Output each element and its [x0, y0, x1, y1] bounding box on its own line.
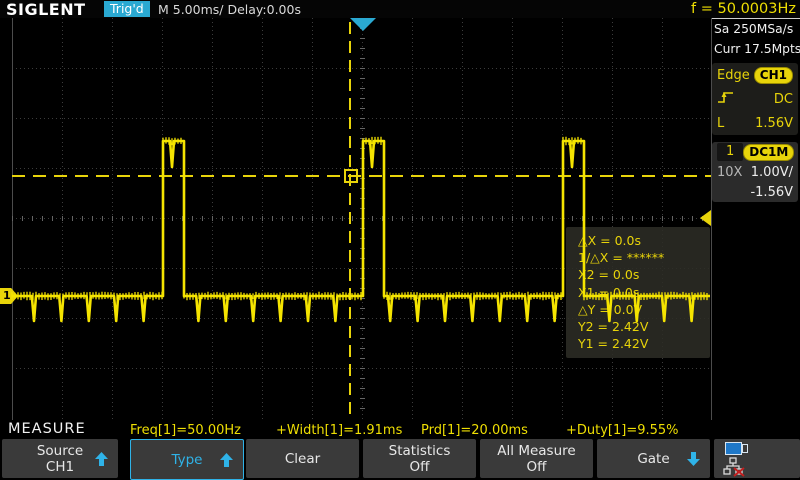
- frequency-counter-readout: f = 50.0003Hz: [691, 1, 796, 17]
- measurement-pduty: +Duty[1]=9.55%: [566, 423, 679, 438]
- measure-title: MEASURE: [8, 421, 86, 437]
- cursor-delta-y: △Y = 0.0V: [566, 301, 710, 318]
- trigger-level-value: 1.56V: [755, 116, 793, 131]
- softkey-source-button[interactable]: Source CH1: [2, 439, 118, 478]
- measure-bar: MEASURE Freq[1]=50.00Hz +Width[1]=1.91ms…: [0, 420, 800, 438]
- up-arrow-icon: [95, 452, 108, 466]
- channel-number-tab: 1: [717, 143, 743, 161]
- trigger-type-label: Edge: [717, 68, 750, 83]
- trigger-info-box[interactable]: Edge CH1 DC L 1.56V: [712, 63, 798, 135]
- trigger-coupling-label: DC: [774, 92, 793, 107]
- lan-disconnected-icon: [723, 457, 749, 477]
- softkey-type-button[interactable]: Type: [130, 439, 244, 480]
- measurement-pwidth: +Width[1]=1.91ms: [276, 423, 402, 438]
- down-arrow-icon: [687, 452, 700, 466]
- top-bar: SIGLENT Trig'd M 5.00ms/ Delay:0.00s f =…: [0, 0, 800, 18]
- softkey-statistics-button[interactable]: Statistics Off: [363, 439, 476, 478]
- softkey-all-measure-button[interactable]: All Measure Off: [480, 439, 593, 478]
- trigger-position-marker-icon[interactable]: [350, 18, 376, 31]
- trigger-level-marker-icon[interactable]: [700, 210, 711, 226]
- cursor-inv-delta-x: 1/△X = ******: [566, 249, 710, 266]
- measurement-period: Prd[1]=20.00ms: [421, 423, 528, 438]
- memory-depth-readout: Curr 17.5Mpts: [712, 39, 800, 59]
- vertical-scale-readout: 1.00V/: [751, 165, 793, 180]
- channel1-position-marker[interactable]: 1: [0, 288, 18, 304]
- vertical-offset-readout: -1.56V: [750, 185, 793, 200]
- cursor-x1: X1 = 0.0s: [566, 284, 710, 301]
- timebase-readout: M 5.00ms/ Delay:0.00s: [158, 2, 301, 17]
- measurement-freq: Freq[1]=50.00Hz: [130, 423, 241, 438]
- cursor-y2: Y2 = 2.42V: [566, 318, 710, 335]
- acquisition-info-box: Sa 250MSa/s Curr 17.5Mpts: [712, 18, 800, 63]
- cursor-intersection-marker[interactable]: [344, 169, 358, 183]
- status-icons-panel: [714, 439, 800, 478]
- cursor-readout-panel: △X = 0.0s 1/△X = ****** X2 = 0.0s X1 = 0…: [566, 227, 710, 358]
- rising-edge-icon: [717, 90, 735, 108]
- siglent-logo: SIGLENT: [6, 0, 86, 19]
- waveform-display-area: 1 △X = 0.0s 1/△X = ****** X2 = 0.0s X1 =…: [0, 18, 712, 420]
- trigger-source-badge: CH1: [754, 67, 793, 84]
- softkey-menu: Source CH1 Type Clear Statistics Off All…: [0, 438, 800, 480]
- trigger-level-label: L: [717, 116, 724, 131]
- channel1-info-box[interactable]: 1 DC1M 10X 1.00V/ -1.56V: [712, 142, 798, 202]
- sample-rate-readout: Sa 250MSa/s: [712, 19, 800, 39]
- softkey-clear-button[interactable]: Clear: [246, 439, 359, 478]
- cursor-y1: Y1 = 2.42V: [566, 335, 710, 352]
- cursor-horizontal-line[interactable]: [12, 175, 711, 177]
- probe-attenuation-readout: 10X: [717, 165, 742, 180]
- up-arrow-icon: [220, 453, 233, 467]
- cursor-x2: X2 = 0.0s: [566, 266, 710, 283]
- info-sidebar: Sa 250MSa/s Curr 17.5Mpts Edge CH1 DC L …: [712, 18, 800, 420]
- cursor-vertical-line[interactable]: [349, 22, 351, 418]
- softkey-gate-button[interactable]: Gate: [597, 439, 710, 478]
- cursor-delta-x: △X = 0.0s: [566, 232, 710, 249]
- oscilloscope-screen: SIGLENT Trig'd M 5.00ms/ Delay:0.00s f =…: [0, 0, 800, 480]
- usb-icon: [725, 442, 749, 455]
- channel-coupling-badge: DC1M: [743, 144, 794, 161]
- trigger-status-badge: Trig'd: [104, 1, 150, 17]
